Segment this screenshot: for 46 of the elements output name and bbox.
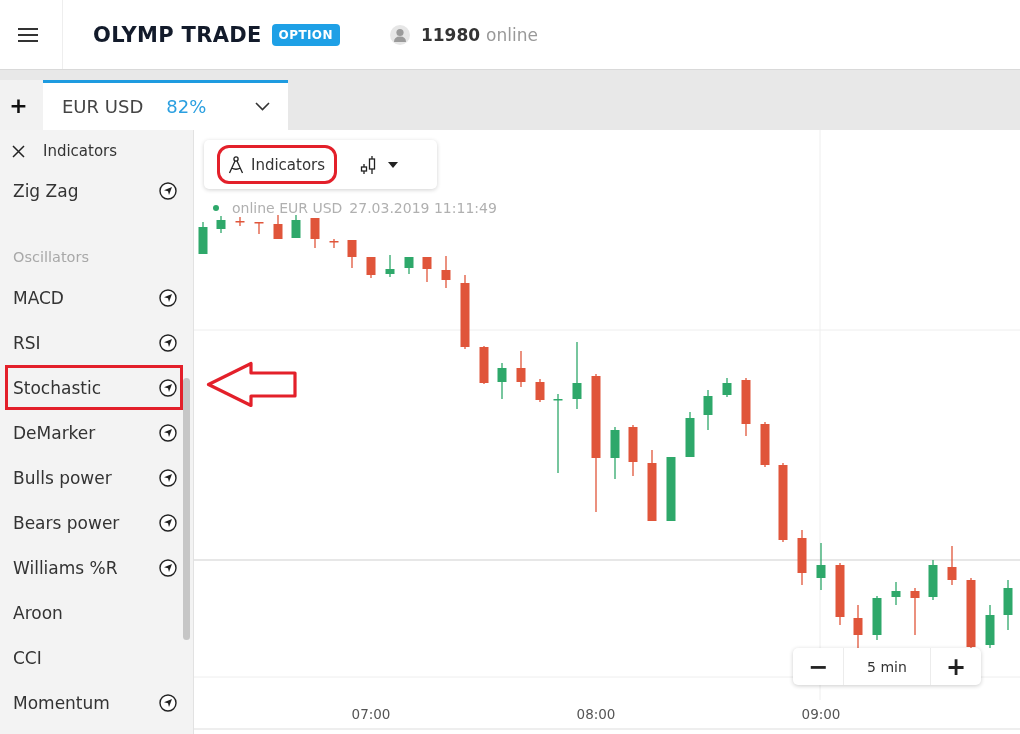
section-heading: Oscillators (12, 248, 90, 267)
product-badge: OPTION (271, 23, 340, 46)
chevron-down-icon (255, 102, 270, 111)
arrow-circle-icon (159, 513, 177, 532)
avatar-icon (389, 24, 410, 45)
arrow-circle-icon (159, 181, 177, 200)
time-label: 08:00 (576, 706, 616, 722)
status-dot-icon (213, 205, 219, 211)
logo: OLYMP TRADE (93, 22, 262, 47)
indicator-item[interactable]: MACD (5, 275, 183, 320)
indicator-item[interactable]: Williams %R (5, 545, 183, 590)
indicator-item[interactable]: DeMarker (5, 410, 183, 455)
indicator-item[interactable]: RSI (5, 320, 183, 365)
indicators-button[interactable]: Indicators (217, 145, 338, 184)
online-count: 11980 (420, 24, 481, 45)
arrow-circle-icon (159, 693, 177, 712)
time-label: 07:00 (351, 706, 391, 722)
close-icon (12, 144, 25, 158)
panel-title: Indicators (43, 142, 118, 160)
indicator-item[interactable]: Stochastic (5, 365, 183, 410)
caret-down-icon (388, 161, 399, 168)
add-tab-button[interactable]: + (0, 80, 43, 130)
scrollbar[interactable] (183, 378, 190, 640)
online-label: online (486, 24, 538, 45)
indicator-item[interactable]: Bulls power (5, 455, 183, 500)
indicator-item[interactable]: Bears power (5, 500, 183, 545)
chart-status: online EUR USD (232, 200, 343, 216)
interval-value: 5 min (843, 648, 931, 685)
indicator-item[interactable]: Zig Zag (5, 168, 183, 213)
time-label: 09:00 (801, 706, 841, 722)
menu-icon (18, 27, 38, 42)
chart-timestamp: 27.03.2019 11:11:49 (349, 200, 497, 216)
arrow-circle-icon (159, 378, 177, 397)
asset-tab[interactable]: EUR USD 82% (43, 80, 288, 130)
indicator-item[interactable]: CCI (5, 635, 183, 680)
arrow-circle-icon (159, 288, 177, 307)
indicator-item[interactable]: Aroon (5, 590, 183, 635)
close-button[interactable] (12, 144, 25, 158)
arrow-circle-icon (159, 423, 177, 442)
arrow-circle-icon (159, 558, 177, 577)
compass-icon (228, 155, 244, 174)
arrow-circle-icon (159, 333, 177, 352)
zoom-in-button[interactable]: + (931, 648, 981, 685)
indicator-item[interactable]: Momentum (5, 680, 183, 725)
arrow-circle-icon (159, 468, 177, 487)
zoom-out-button[interactable]: − (793, 648, 843, 685)
